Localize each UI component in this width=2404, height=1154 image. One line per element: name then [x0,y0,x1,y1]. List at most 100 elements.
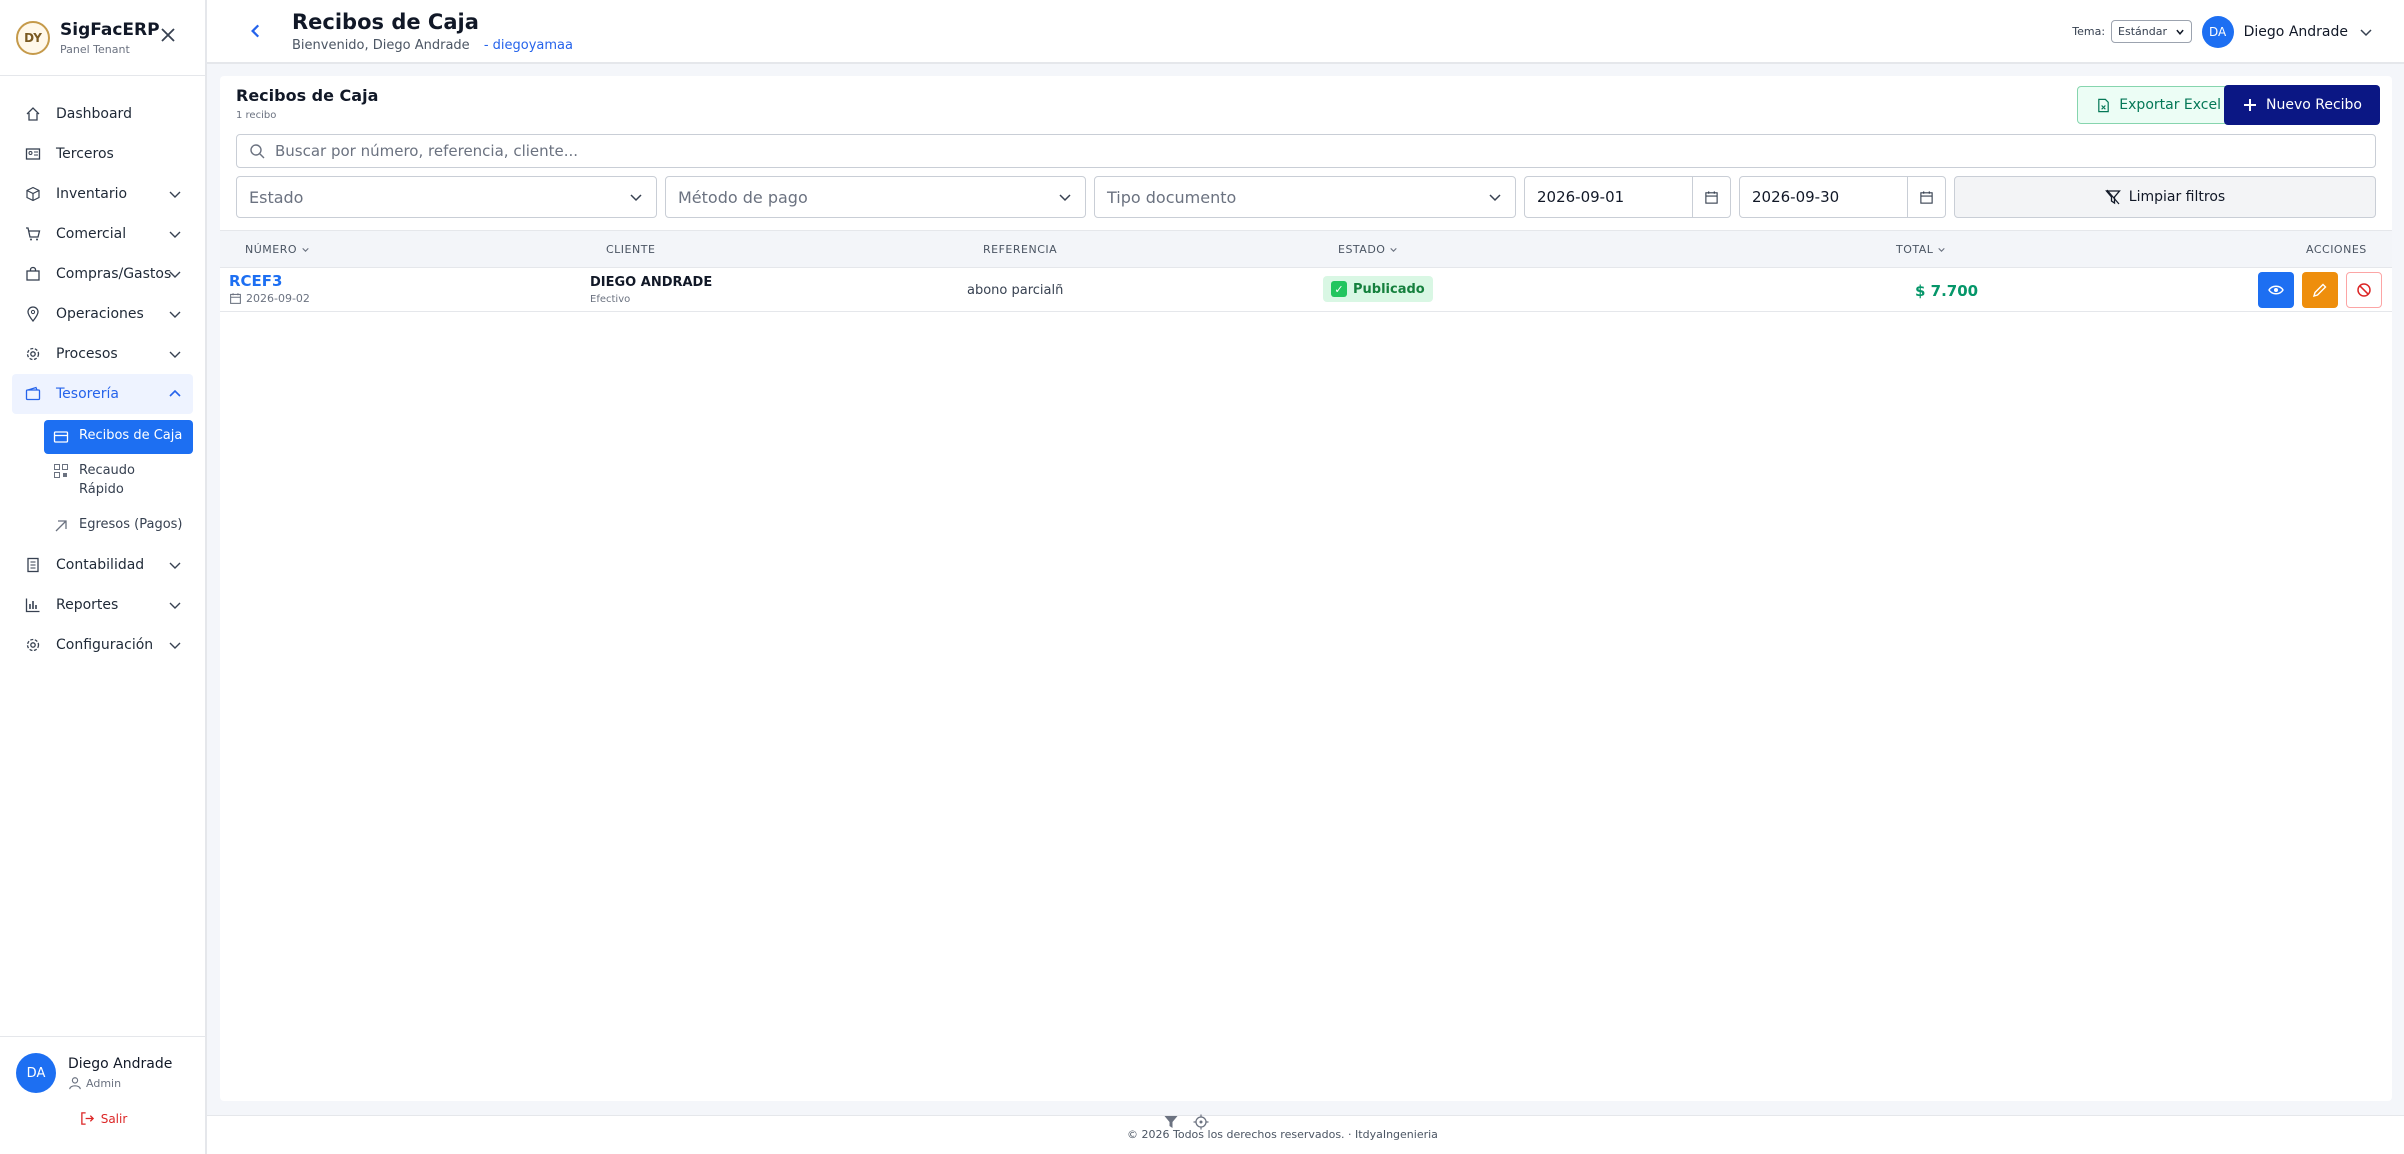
logout-icon [80,1112,94,1125]
target-icon[interactable] [1193,1114,1209,1130]
sidebar-subitem-label: Recibos de Caja [79,428,183,443]
chevron-down-icon [169,562,181,569]
record-count: 1 recibo [236,110,277,121]
sidebar-subitem-recibos-de-caja[interactable]: Recibos de Caja [44,420,193,454]
sidebar-item-contabilidad[interactable]: Contabilidad [0,545,193,585]
ledger-icon [27,557,39,573]
brand-subtitle: Panel Tenant [60,42,130,56]
sidebar-item-reportes[interactable]: Reportes [0,585,193,625]
payment-method-select[interactable]: Método de pago [665,176,1086,218]
table-header: NÚMERO CLIENTE REFERENCIA ESTADO TOTAL A… [220,230,2392,268]
sidebar-item-procesos[interactable]: Procesos [0,334,193,374]
chevron-down-icon [2176,29,2184,35]
sidebar: DY SigFacERP Panel Tenant Dashboard Terc… [0,0,207,1154]
box-icon [26,186,40,202]
column-header-total[interactable]: TOTAL [1896,243,1946,256]
floating-tools [1163,1114,1209,1130]
back-button[interactable] [247,22,265,40]
theme-select[interactable]: Estándar [2111,20,2192,43]
page-title: Recibos de Caja [292,10,479,34]
date-to-input[interactable]: 2026-09-30 [1739,176,1946,218]
search-input[interactable]: Buscar por número, referencia, cliente..… [236,134,2376,168]
gear-icon [26,638,40,652]
check-icon: ✓ [1331,281,1347,297]
sidebar-item-inventario[interactable]: Inventario [0,174,193,214]
sidebar-item-tesoreria[interactable]: Tesorería [12,374,193,414]
payment-method: Efectivo [590,294,631,305]
tenant-link[interactable]: - diegoyamaa [484,38,573,53]
receipt-date: 2026-09-02 [229,292,310,305]
sidebar-subitem-label: Egresos (Pagos) [79,517,183,532]
chevron-down-icon [169,271,181,278]
user-icon [69,1077,81,1090]
chevron-up-icon [169,389,181,397]
location-icon [27,306,39,322]
chevron-down-icon [2360,29,2372,37]
date-from-input[interactable]: 2026-09-01 [1524,176,1731,218]
filter-icon[interactable] [1163,1114,1179,1130]
avatar: DA [16,1053,56,1093]
user-name: Diego Andrade [68,1056,173,1072]
clear-filters-button[interactable]: Limpiar filtros [1954,176,2376,218]
chevron-down-icon [169,311,181,318]
brand-name: SigFacERP [60,19,160,40]
status-badge: ✓ Publicado [1323,276,1433,302]
sidebar-item-operaciones[interactable]: Operaciones [0,294,193,334]
sort-icon [1938,247,1946,252]
sidebar-item-label: Inventario [56,186,128,202]
sidebar-item-comercial[interactable]: Comercial [0,214,193,254]
view-button[interactable] [2258,272,2294,308]
filter-clear-icon [2104,189,2121,205]
gear-icon [26,347,40,361]
chevron-down-icon [169,231,181,238]
table-row: RCEF3 2026-09-02 DIEGO ANDRADE Efectivo … [220,268,2392,312]
sidebar-subitem-recaudo-rapido[interactable]: Recaudo Rápido [44,456,193,507]
new-receipt-button[interactable]: Nuevo Recibo [2223,85,2380,125]
close-sidebar-button[interactable] [157,24,179,46]
sidebar-item-label: Procesos [56,346,118,362]
user-name: Diego Andrade [2243,24,2348,40]
sidebar-item-label: Configuración [56,637,154,653]
column-header-acciones: ACCIONES [2306,243,2367,256]
sidebar-item-label: Tesorería [56,386,119,402]
column-header-numero[interactable]: NÚMERO [245,243,310,256]
qr-icon [54,464,68,478]
client-name: DIEGO ANDRADE [590,275,713,290]
sidebar-item-label: Compras/Gastos [56,266,172,282]
receipt-number-link[interactable]: RCEF3 [229,272,283,290]
chevron-down-icon [169,642,181,649]
footer: © 2026 Todos los derechos reservados. · … [207,1115,2404,1154]
user-menu[interactable]: DA Diego Andrade [2201,16,2374,48]
chevron-down-icon [1059,194,1071,202]
estado-select[interactable]: Estado [236,176,657,218]
close-icon [161,28,175,42]
sidebar-item-configuracion[interactable]: Configuración [0,625,193,665]
sidebar-item-terceros[interactable]: Terceros [0,134,193,174]
card-title: Recibos de Caja [236,86,379,105]
sidebar-subitem-egresos[interactable]: Egresos (Pagos) [44,509,193,543]
sidebar-subitem-label: Recaudo Rápido [79,463,136,497]
cancel-receipt-button[interactable] [2346,272,2382,308]
chevron-down-icon [169,351,181,358]
edit-button[interactable] [2302,272,2338,308]
calendar-icon [1920,190,1933,204]
chevron-down-icon [169,602,181,609]
filters-bar: Estado Método de pago Tipo documento 202… [236,176,2376,218]
sidebar-item-label: Contabilidad [56,557,145,573]
column-header-estado[interactable]: ESTADO [1338,243,1398,256]
theme-selector: Tema: Estándar [2072,20,2192,43]
plus-icon [2243,99,2256,111]
excel-file-icon [2098,98,2110,112]
export-excel-button[interactable]: Exportar Excel [2077,86,2240,124]
logout-button[interactable]: Salir [16,1111,191,1126]
brand-logo: DY [16,20,50,55]
sidebar-user: DA Diego Andrade Admin Salir [0,1036,207,1154]
receipts-card: Recibos de Caja 1 recibo Exportar Excel … [220,76,2392,1101]
document-type-select[interactable]: Tipo documento [1094,176,1516,218]
chevron-down-icon [1489,194,1501,202]
sidebar-item-compras[interactable]: Compras/Gastos [0,254,193,294]
bag-icon [26,266,40,281]
avatar: DA [2201,16,2234,48]
calendar-icon [1705,190,1718,204]
sidebar-item-dashboard[interactable]: Dashboard [0,94,193,134]
